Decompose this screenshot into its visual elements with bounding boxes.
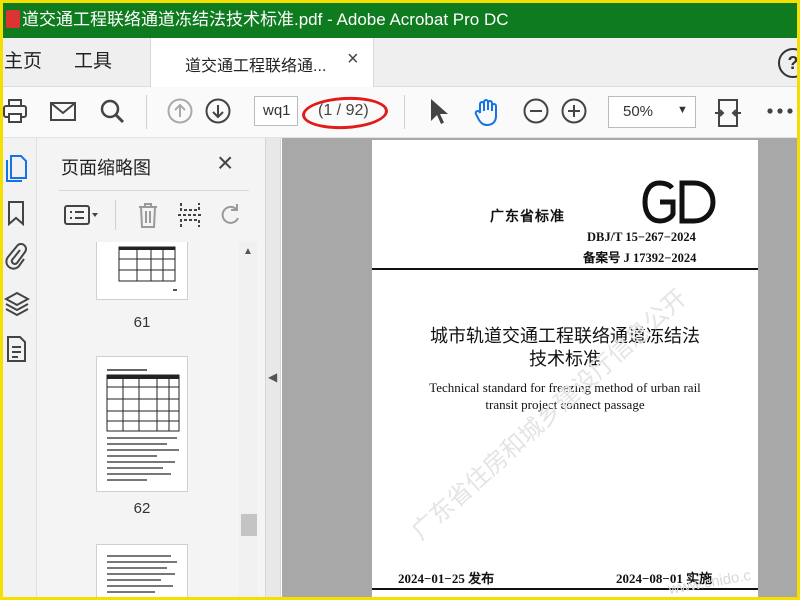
gd-logo: GD [642,180,716,224]
thumbnail-page-62[interactable] [96,356,188,492]
main-toolbar: wq1 (1 / 92) 50% ▼ [0,87,800,138]
rotate-icon[interactable] [217,202,245,228]
layers-icon[interactable] [4,290,30,318]
panel-tool-divider [115,200,116,230]
more-icon[interactable] [766,97,794,125]
tab-bar: 主页 工具 道交通工程联络通... × ? [0,38,800,87]
toolbar-divider [146,95,147,129]
document-tab-label: 道交通工程联络通... [185,58,327,75]
thumbnail-label-61: 61 [133,314,151,331]
zoom-out-icon[interactable] [522,97,550,125]
thumbnail-list: 61 62 [37,242,237,600]
tab-tools[interactable]: 工具 [74,50,112,74]
toolbar-divider [404,95,405,129]
paperclip-icon[interactable] [4,242,28,272]
publish-date: 2024−01−25 发布 [398,571,495,586]
zoom-level-select[interactable]: 50% ▼ [608,96,696,128]
bookmark-icon[interactable] [4,200,28,226]
filing-number: 备案号 J 17392−2024 [583,251,697,265]
page-number-input[interactable]: wq1 [254,96,298,126]
title-bar: 道交通工程联络通道冻结法技术标准.pdf - Adobe Acrobat Pro… [0,0,800,38]
thumbnail-options-icon[interactable] [63,202,101,228]
scrollbar-thumb[interactable] [241,514,257,536]
printer-icon[interactable] [2,97,28,125]
thumbnail-page-63[interactable] [96,544,188,600]
document-viewer[interactable]: 广东省标准 GD DBJ/T 15−267−2024 备案号 J 17392−2… [282,138,800,600]
pdf-page: 广东省标准 GD DBJ/T 15−267−2024 备案号 J 17392−2… [372,140,758,600]
extract-pages-icon[interactable] [176,201,204,229]
close-tab-icon[interactable]: × [347,48,359,71]
close-panel-icon[interactable]: × [217,148,233,178]
page-thumbnails-icon[interactable] [4,154,28,182]
thumbnail-preview [107,555,177,593]
zoom-value: 50% [623,103,654,120]
header-rule [372,268,758,270]
scroll-up-icon[interactable]: ▲ [243,246,253,257]
fit-page-icon[interactable] [714,97,742,129]
standard-label: 广东省标准 [490,210,565,225]
collapse-panel-icon[interactable]: ◀ [268,370,277,384]
thumbnail-preview [106,369,180,481]
zoom-in-icon[interactable] [560,97,588,125]
thumbnail-scrollbar[interactable]: ▲ [239,242,257,600]
standard-code: DBJ/T 15−267−2024 [587,230,696,244]
navigation-rail [0,138,37,600]
annotation-ellipse [301,94,389,132]
tab-home[interactable]: 主页 [4,50,42,74]
panel-divider [59,190,249,191]
tab-document[interactable]: 道交通工程联络通... × [150,38,374,87]
chevron-down-icon: ▼ [677,104,688,116]
trash-icon[interactable] [136,201,160,229]
page-thumbnails-panel: 页面缩略图 × 61 62 ▲ [37,138,265,600]
panel-splitter[interactable]: ◀ [265,138,281,600]
window-title: 道交通工程联络通道冻结法技术标准.pdf - Adobe Acrobat Pro… [22,10,509,29]
thumbnail-label-62: 62 [133,500,151,517]
help-icon[interactable]: ? [778,48,800,78]
search-icon[interactable] [98,97,126,125]
thumbnail-page-61[interactable] [96,242,188,300]
document-title-line2: 技术标准 [529,349,601,370]
document-properties-icon[interactable] [4,334,28,364]
acrobat-app-icon [6,10,20,28]
mail-icon[interactable] [49,97,77,125]
thumbnail-preview [118,246,177,291]
hand-icon[interactable] [472,97,502,127]
panel-title: 页面缩略图 [61,158,151,178]
select-arrow-icon[interactable] [428,97,450,125]
panel-toolbar [37,192,265,238]
prev-page-icon[interactable] [166,97,194,125]
next-page-icon[interactable] [204,97,232,125]
